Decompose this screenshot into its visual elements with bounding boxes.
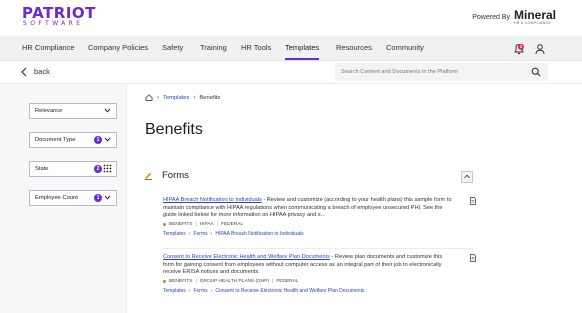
- item-meta: BENEFITS | GROUP HEALTH PLANS (GHP) | FE…: [163, 279, 463, 284]
- item-crumb-separator: ›: [188, 288, 191, 294]
- nav-safety[interactable]: Safety: [162, 36, 183, 61]
- meta-separator: |: [195, 279, 197, 284]
- item-crumb-separator: ›: [210, 288, 213, 294]
- chevron-down-icon: [104, 108, 111, 113]
- grid-icon[interactable]: [103, 164, 112, 173]
- state-label: State: [35, 166, 49, 172]
- item-meta: BENEFITS | HIPAA | FEDERAL: [163, 222, 463, 227]
- pen-icon: [145, 172, 152, 180]
- search-placeholder: Search Content and Documents in the Plat…: [341, 69, 459, 75]
- item-description: Consent to Receive Electronic Health and…: [163, 254, 453, 276]
- template-item: Consent to Receive Electronic Health and…: [163, 254, 476, 294]
- meta-separator: |: [272, 279, 274, 284]
- employee-count-label: Employee Count: [35, 195, 78, 201]
- search-icon[interactable]: [531, 67, 541, 77]
- item-breadcrumb: Templates › Forms › HIPAA Breach Notific…: [163, 231, 463, 237]
- chevron-left-icon[interactable]: [20, 67, 28, 77]
- back-link[interactable]: back: [34, 61, 50, 83]
- sort-label: Relevance: [35, 108, 63, 114]
- category-dot: [163, 280, 166, 283]
- page-title: Benefits: [145, 121, 203, 138]
- collapse-section-button[interactable]: [461, 171, 473, 183]
- breadcrumb: › Templates › Benefits: [145, 94, 220, 101]
- item-divider: [163, 248, 473, 249]
- item-category: BENEFITS: [169, 279, 193, 284]
- meta-separator: |: [195, 222, 197, 227]
- item-crumb-link[interactable]: Consent to Receive Electronic Health and…: [215, 288, 364, 294]
- document-icon[interactable]: [470, 197, 476, 205]
- powered-label: Powered By: [472, 14, 510, 21]
- search-input[interactable]: Search Content and Documents in the Plat…: [335, 63, 548, 81]
- item-description: HIPAA Breach Notification to Individuals…: [163, 197, 453, 219]
- nav-resources[interactable]: Resources: [336, 36, 372, 61]
- nav-company-policies[interactable]: Company Policies: [88, 36, 148, 61]
- mineral-sub: HR & COMPLIANCE: [513, 21, 551, 25]
- document-type-count-badge: 1: [94, 136, 102, 144]
- top-bar: PATRIOT SOFTWARE Powered By Mineral HR &…: [0, 0, 582, 36]
- chevron-down-icon: [104, 137, 111, 142]
- item-title-link[interactable]: Consent to Receive Electronic Health and…: [163, 254, 330, 260]
- item-crumb-link[interactable]: Templates: [163, 231, 186, 237]
- powered-by: Powered By Mineral HR & COMPLIANCE: [472, 8, 556, 25]
- user-icon[interactable]: [534, 43, 546, 55]
- breadcrumb-current: Benefits: [199, 94, 221, 101]
- item-tag: GROUP HEALTH PLANS (GHP): [199, 279, 270, 284]
- item-crumb-separator: ›: [188, 231, 191, 237]
- item-crumb-link[interactable]: HIPAA Breach Notification to Individuals: [215, 231, 303, 237]
- forms-section-header: Forms: [144, 170, 474, 184]
- breadcrumb-templates[interactable]: Templates: [163, 95, 189, 101]
- item-crumb-link[interactable]: Templates: [163, 288, 186, 294]
- item-category: BENEFITS: [169, 222, 193, 227]
- item-tag: FEDERAL: [276, 279, 299, 284]
- breadcrumb-separator: ›: [193, 94, 196, 101]
- item-breadcrumb: Templates › Forms › Consent to Receive E…: [163, 288, 463, 294]
- document-type-filter[interactable]: Document Type 1: [29, 132, 117, 148]
- notification-badge: 1: [518, 44, 524, 50]
- item-tag: FEDERAL: [221, 222, 244, 227]
- item-tag: HIPAA: [199, 222, 214, 227]
- item-title-link[interactable]: HIPAA Breach Notification to Individuals: [163, 197, 262, 203]
- item-crumb-separator: ›: [210, 231, 213, 237]
- breadcrumb-separator: ›: [157, 94, 159, 101]
- template-item: HIPAA Breach Notification to Individuals…: [163, 197, 476, 237]
- nav-hr-compliance[interactable]: HR Compliance: [22, 36, 75, 61]
- main-nav: HR Compliance Company Policies Safety Tr…: [0, 36, 582, 61]
- back-search-bar: back Search Content and Documents in the…: [0, 61, 582, 84]
- forms-section-title: Forms: [162, 170, 189, 181]
- chevron-down-icon: [104, 195, 111, 200]
- state-count-badge: 2: [94, 165, 102, 173]
- meta-separator: |: [216, 222, 219, 227]
- chevron-up-icon: [464, 174, 470, 179]
- brand-name: PATRIOT: [22, 4, 96, 22]
- state-filter[interactable]: State 2: [29, 161, 117, 177]
- document-type-label: Document Type: [35, 137, 76, 143]
- item-crumb-link[interactable]: Forms: [193, 231, 207, 237]
- category-dot: [163, 223, 166, 226]
- nav-training[interactable]: Training: [200, 36, 227, 61]
- patriot-logo[interactable]: PATRIOT SOFTWARE: [22, 6, 96, 28]
- mineral-logo: Mineral HR & COMPLIANCE: [513, 8, 556, 25]
- filter-sidebar: Relevance Document Type 1 State 2 Employ…: [0, 84, 127, 313]
- nav-hr-tools[interactable]: HR Tools: [241, 36, 271, 61]
- nav-community[interactable]: Community: [386, 36, 424, 61]
- document-icon[interactable]: [470, 254, 476, 262]
- home-icon[interactable]: [145, 94, 153, 101]
- employee-count-badge: 1: [94, 194, 102, 202]
- nav-templates[interactable]: Templates: [285, 36, 320, 61]
- item-crumb-link[interactable]: Forms: [193, 288, 207, 294]
- mineral-word: Mineral: [513, 8, 556, 22]
- sort-select[interactable]: Relevance: [29, 103, 117, 119]
- employee-count-filter[interactable]: Employee Count 1: [29, 190, 117, 206]
